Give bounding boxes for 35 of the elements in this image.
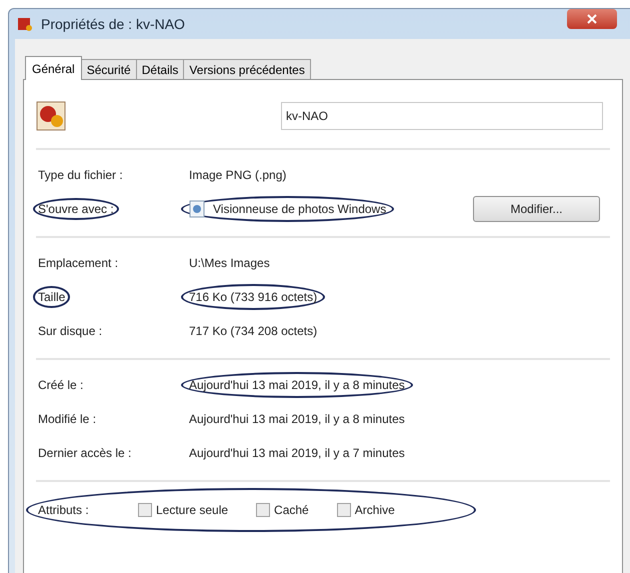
field-value: Image PNG (.png) bbox=[189, 167, 286, 184]
tab[interactable]: Sécurité bbox=[80, 59, 137, 79]
field-value: Aujourd'hui 13 mai 2019, il y a 8 minutes bbox=[189, 411, 405, 428]
close-button[interactable] bbox=[567, 9, 617, 29]
field-label: Taille bbox=[33, 286, 70, 308]
checkbox-label: Caché bbox=[274, 502, 309, 519]
field-label: Attributs : bbox=[38, 502, 90, 519]
field-label: Dernier accès le : bbox=[37, 445, 132, 462]
window-title: Propriétés de : kv-NAO bbox=[41, 14, 185, 34]
field-value: 716 Ko (733 916 octets) bbox=[189, 289, 318, 306]
image-file-icon bbox=[36, 101, 66, 131]
close-icon bbox=[587, 14, 597, 24]
checkbox[interactable] bbox=[336, 503, 351, 517]
field-label: Emplacement : bbox=[37, 255, 120, 272]
field-label: Modifié le : bbox=[37, 411, 98, 428]
field-value: 717 Ko (734 208 octets) bbox=[189, 323, 318, 340]
photo-viewer-icon bbox=[189, 200, 205, 218]
field-label: Créé le : bbox=[37, 377, 84, 394]
name-field[interactable]: kv-NAO bbox=[281, 102, 603, 130]
checkbox-label: Lecture seule bbox=[156, 502, 228, 519]
field-label: Type du fichier : bbox=[37, 167, 124, 184]
image-file-icon bbox=[17, 16, 33, 32]
checkbox[interactable] bbox=[256, 503, 270, 517]
field-label: S'ouvre avec : bbox=[33, 198, 119, 220]
tab[interactable]: Général bbox=[25, 56, 82, 80]
checkbox-label: Archive bbox=[354, 502, 395, 519]
change-button[interactable]: Modifier... bbox=[473, 196, 600, 222]
tab[interactable]: Versions précédentes bbox=[183, 59, 311, 79]
checkbox[interactable] bbox=[138, 503, 152, 517]
field-value: Aujourd'hui 13 mai 2019, il y a 8 minutes bbox=[189, 377, 405, 394]
field-value: Visionneuse de photos Windows bbox=[213, 201, 386, 218]
field-value: Aujourd'hui 13 mai 2019, il y a 7 minutes bbox=[189, 445, 405, 462]
field-label: Sur disque : bbox=[37, 323, 104, 340]
tab[interactable]: Détails bbox=[136, 59, 184, 79]
field-value: U:\Mes Images bbox=[189, 255, 270, 272]
